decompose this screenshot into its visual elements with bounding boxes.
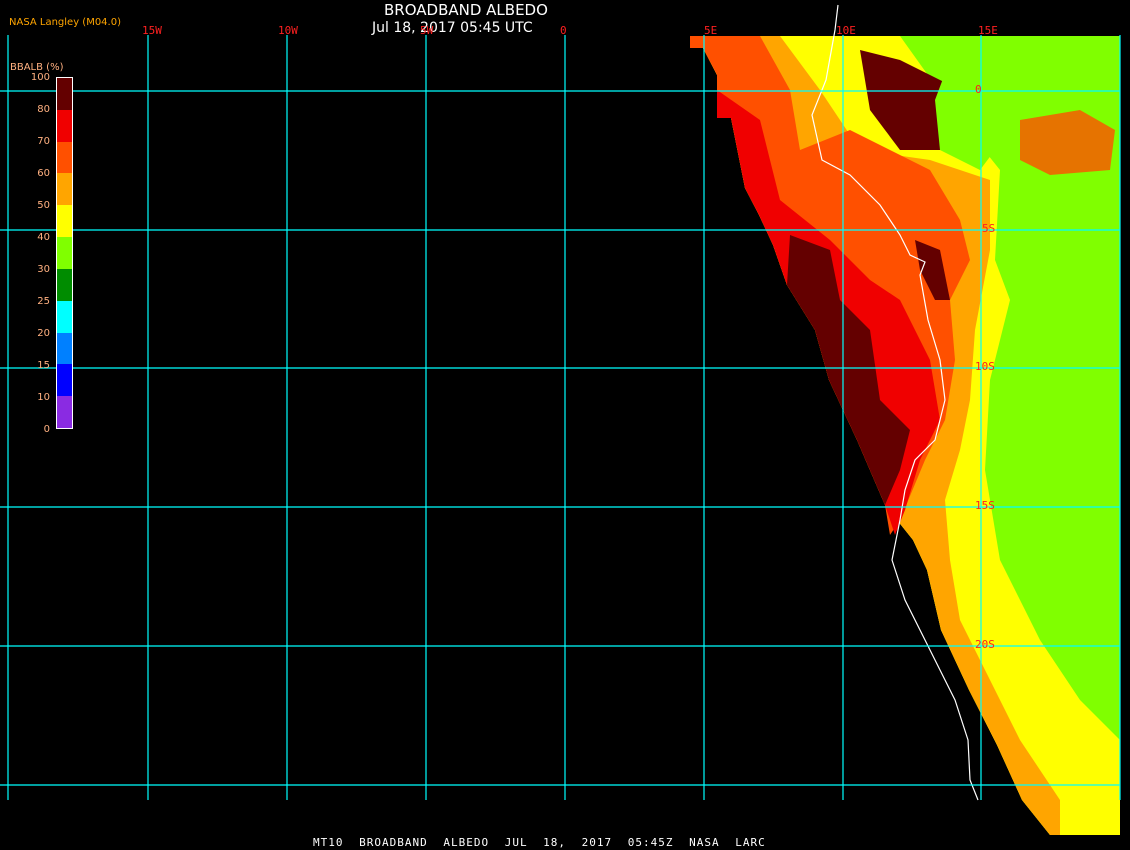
legend-tick: 0 [43,424,50,435]
footer-caption: MT10 BROADBAND ALBEDO JUL 18, 2017 05:45… [313,836,766,849]
legend-tick: 100 [30,72,50,83]
legend-tick: 50 [37,200,50,211]
lon-label-10w: 10W [278,24,298,37]
color-swatch [57,78,72,110]
lat-label-0: 0 [975,83,982,96]
lat-label-15s: 15S [975,499,995,512]
legend-tick: 20 [37,328,50,339]
legend-tick: 25 [37,296,50,307]
color-swatch [57,237,72,269]
legend-tick: 30 [37,264,50,275]
color-swatch [57,396,72,428]
image-datetime: Jul 18, 2017 05:45 UTC [372,20,533,36]
lon-label-5w: 5W [420,24,434,37]
color-swatch [57,268,72,301]
lon-label-15w: 15W [142,24,162,37]
lon-label-5e: 5E [704,24,718,37]
color-scale-bar [56,77,73,429]
lon-label-0: 0 [560,24,567,37]
legend-tick: 40 [37,232,50,243]
albedo-field [690,36,1120,835]
lat-label-20s: 20S [975,638,995,651]
color-swatch [57,205,72,238]
legend-tick: 80 [37,104,50,115]
color-swatch [57,332,72,365]
color-swatch [57,173,72,206]
legend-tick: 10 [37,392,50,403]
albedo-map [0,4,1121,835]
legend-tick: 60 [37,168,50,179]
lon-label-15e: 15E [978,24,998,37]
color-swatch [57,300,72,333]
color-swatch [57,141,72,174]
legend-tick: 70 [37,136,50,147]
credit-label: NASA Langley (M04.0) [9,17,121,28]
image-title: BROADBAND ALBEDO [384,1,548,19]
lat-label-10s: 10S [975,360,995,373]
satellite-image-viewer: BROADBAND ALBEDO Jul 18, 2017 05:45 UTC … [0,0,1130,850]
lat-label-5s: 5S [982,222,996,235]
color-swatch [57,109,72,142]
color-swatch [57,364,72,397]
lon-label-10e: 10E [836,24,856,37]
legend-tick: 15 [37,360,50,371]
